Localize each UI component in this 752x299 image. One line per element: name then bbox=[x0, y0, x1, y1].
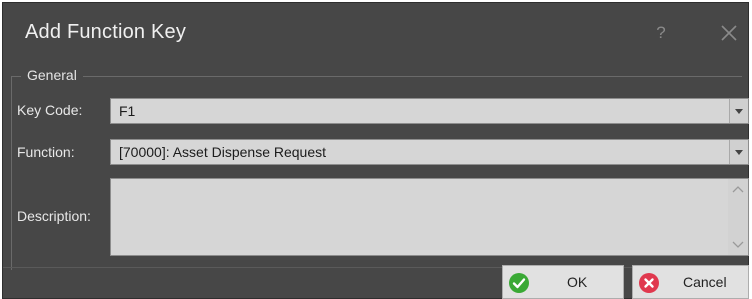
key-code-dropdown[interactable]: F1 bbox=[110, 98, 749, 124]
x-circle-icon bbox=[639, 273, 659, 293]
ok-button[interactable]: OK bbox=[502, 265, 624, 299]
function-dropdown-arrow[interactable] bbox=[729, 140, 748, 164]
add-function-key-dialog: Add Function Key ? General Key Code: F1 … bbox=[2, 2, 749, 299]
ok-button-label: OK bbox=[567, 274, 588, 290]
key-code-dropdown-arrow[interactable] bbox=[729, 99, 748, 123]
key-code-value: F1 bbox=[119, 103, 136, 119]
check-circle-icon bbox=[509, 273, 529, 293]
title-bar: Add Function Key ? bbox=[3, 3, 748, 65]
function-dropdown[interactable]: [70000]: Asset Dispense Request bbox=[110, 139, 749, 165]
group-label-general: General bbox=[21, 67, 83, 83]
function-value: [70000]: Asset Dispense Request bbox=[119, 144, 327, 160]
description-textarea[interactable] bbox=[110, 178, 749, 256]
help-button[interactable]: ? bbox=[651, 21, 671, 45]
cancel-button-label: Cancel bbox=[683, 274, 727, 290]
scroll-up-icon[interactable] bbox=[732, 185, 744, 193]
description-scrollbar[interactable] bbox=[728, 179, 748, 255]
key-code-label: Key Code: bbox=[17, 102, 83, 118]
function-label: Function: bbox=[17, 144, 75, 160]
cancel-button[interactable]: Cancel bbox=[632, 265, 749, 299]
scroll-down-icon[interactable] bbox=[732, 241, 744, 249]
dialog-title: Add Function Key bbox=[25, 21, 187, 43]
close-icon bbox=[721, 25, 737, 41]
group-border-top bbox=[11, 76, 742, 77]
description-label: Description: bbox=[17, 208, 91, 224]
close-button[interactable] bbox=[717, 21, 741, 45]
group-border-left bbox=[11, 76, 12, 270]
